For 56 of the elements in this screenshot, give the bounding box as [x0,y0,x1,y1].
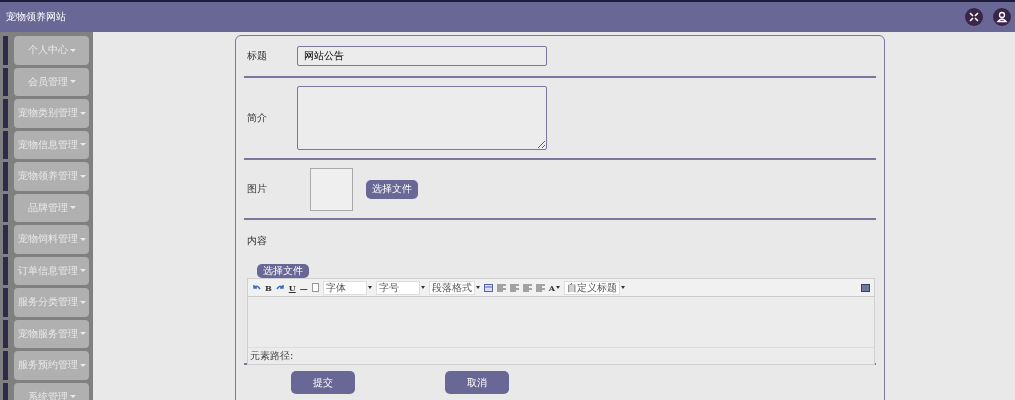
menu-marker [3,288,8,317]
choose-file-button[interactable]: 选择文件 [366,179,418,199]
menu-marker [3,99,8,128]
caret-icon [69,395,76,399]
submit-button[interactable]: 提交 [291,371,355,394]
toolbar-button[interactable]: U [288,282,296,293]
undo-icon[interactable] [252,283,261,292]
caret-icon [79,269,86,273]
toolbar-dropdown[interactable]: 自定义标题 [563,280,620,295]
element-path: 元素路径: [248,347,874,364]
caret-icon [79,363,86,367]
redo-icon[interactable] [275,283,285,292]
field-label: 简介 [246,111,268,125]
fullscreen-icon[interactable] [965,8,983,26]
menu-marker [3,130,8,159]
caret-icon [79,111,86,115]
menu-marker [3,67,8,96]
toolbar-button[interactable]: A [548,282,555,293]
field-label: 标题 [246,49,268,63]
choose-file-button[interactable]: 选择文件 [257,264,309,278]
menu-marker [3,319,8,348]
caret-icon[interactable] [420,286,425,289]
cancel-button[interactable]: 取消 [445,371,509,394]
caret-icon [79,300,86,304]
caret-icon[interactable] [620,286,625,289]
title-input[interactable]: 网站公告 [297,46,547,66]
caret-icon [79,332,86,336]
caret-icon[interactable] [367,286,372,289]
summary-textarea[interactable] [297,86,547,150]
toolbar-button[interactable]: — [299,282,308,293]
caret-icon [69,48,76,52]
menu-marker [3,36,8,65]
table-icon[interactable] [483,283,493,292]
toolbar-dropdown[interactable]: 字体 [322,280,367,295]
menu-marker [3,162,8,191]
toolbar-button[interactable]: B [265,282,272,293]
caret-icon[interactable] [475,286,480,289]
field-label: 内容 [246,234,268,248]
caret-icon[interactable] [555,286,560,289]
fullscreen-icon[interactable] [861,283,870,292]
menu-marker [3,193,8,222]
toolbar-dropdown[interactable]: 段落格式 [428,280,475,295]
user-icon[interactable] [993,8,1011,26]
field-label: 图片 [246,182,268,196]
menu-marker [3,256,8,285]
menu-marker [3,351,8,380]
caret-icon [79,143,86,147]
menu-marker [3,225,8,254]
caret-icon [69,206,76,210]
image-placeholder [310,167,353,211]
caret-icon [79,237,86,241]
page-icon[interactable] [311,283,319,292]
toolbar-dropdown[interactable]: 字号 [375,280,420,295]
site-title: 宠物领养网站 [6,10,66,24]
caret-icon [79,174,86,178]
caret-icon [69,80,76,84]
